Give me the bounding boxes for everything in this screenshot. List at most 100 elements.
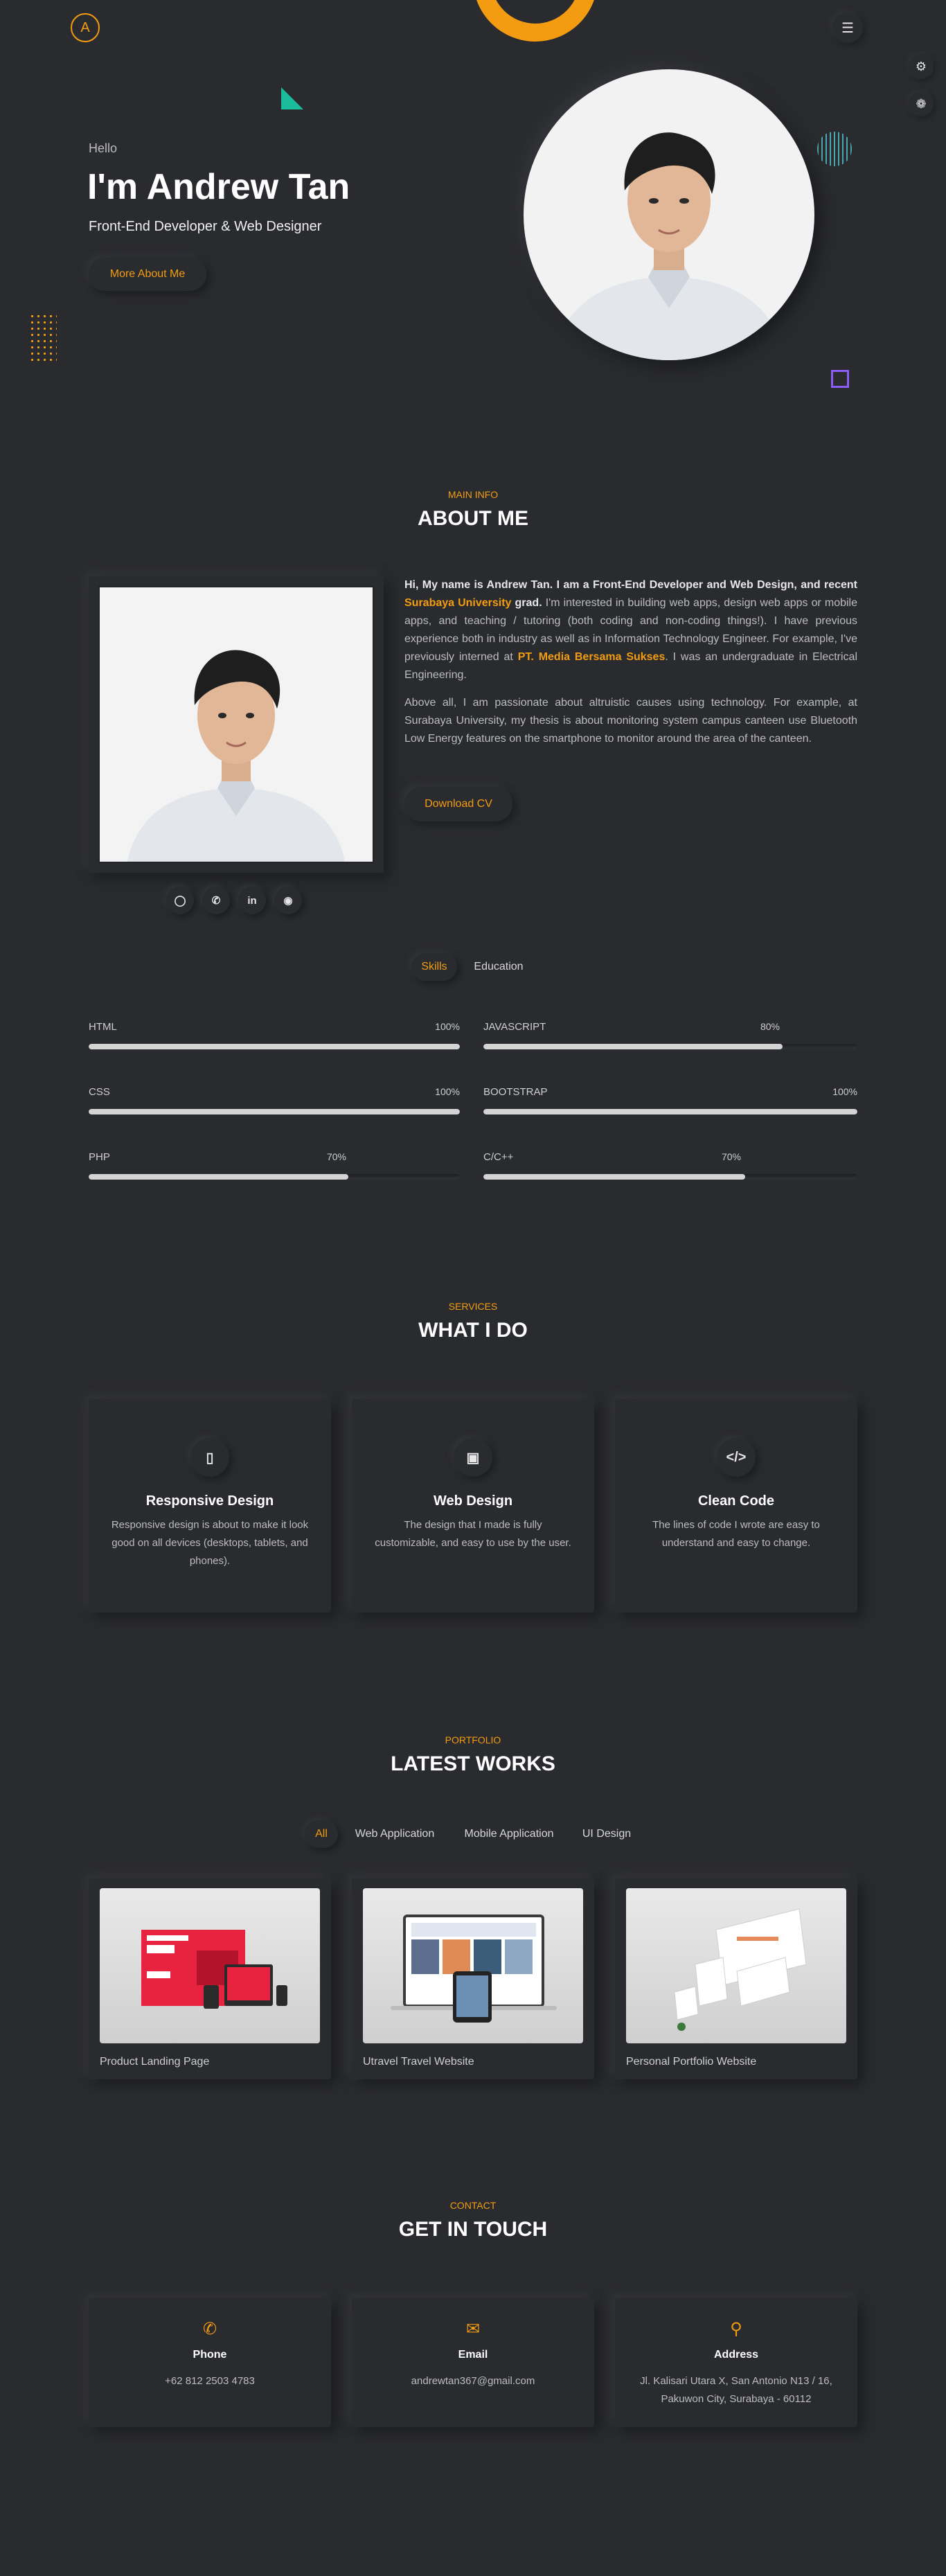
filter-mobile-application[interactable]: Mobile Application	[453, 1820, 565, 1848]
service-card-clean-code: </> Clean Code The lines of code I wrote…	[615, 1399, 857, 1613]
skill-item-html: HTML 100%	[89, 1021, 460, 1049]
download-cv-button[interactable]: Download CV	[404, 787, 512, 821]
page: A ☰ ⚙ ❁ Hello I'm Andrew Tan Front-End D…	[0, 0, 946, 2576]
work-thumbnail	[363, 1888, 583, 2043]
gear-icon: ⚙	[915, 59, 927, 73]
filter-ui-design[interactable]: UI Design	[572, 1820, 641, 1848]
skill-bar	[89, 1044, 460, 1049]
linkedin-button[interactable]: in	[238, 887, 266, 914]
skill-name: C/C++	[483, 1151, 514, 1163]
theme-settings-button[interactable]: ⚙	[909, 54, 934, 79]
service-description: The design that I made is fully customiz…	[375, 1519, 571, 1549]
skill-bar	[483, 1174, 857, 1180]
skill-percent: 70%	[721, 1151, 741, 1162]
service-title: Web Design	[433, 1493, 513, 1509]
about-section-title: ABOUT ME	[418, 507, 528, 530]
university-link[interactable]: Surabaya University	[404, 597, 511, 609]
service-title: Clean Code	[697, 1493, 775, 1509]
work-title: Product Landing Page	[100, 2056, 210, 2068]
skill-item-cpp: C/C++ 70%	[483, 1151, 857, 1180]
contact-card-address: ⚲ Address Jl. Kalisari Utara X, San Anto…	[615, 2298, 857, 2427]
dots-decoration	[29, 313, 57, 364]
company-link[interactable]: PT. Media Bersama Sukses	[518, 651, 666, 663]
skill-bar	[483, 1044, 857, 1049]
contact-value: Jl. Kalisari Utara X, San Antonio N13 / …	[640, 2375, 832, 2405]
more-about-me-button[interactable]: More About Me	[89, 258, 206, 291]
skill-percent: 100%	[832, 1086, 857, 1097]
about-profile-photo	[100, 587, 373, 862]
about-intro-text: Hi, My name is Andrew Tan. I am a Front-…	[404, 579, 857, 591]
skill-percent: 70%	[326, 1151, 346, 1162]
services-section-title: WHAT I DO	[418, 1319, 528, 1342]
settings-cog-icon: ❁	[916, 96, 927, 111]
portfolio-section-title: LATEST WORKS	[391, 1752, 555, 1775]
filter-web-application[interactable]: Web Application	[345, 1820, 445, 1848]
skill-name: JAVASCRIPT	[483, 1021, 546, 1033]
skill-bar-fill	[483, 1109, 857, 1114]
skill-item-css: CSS 100%	[89, 1086, 460, 1114]
stripe-circle-decoration	[817, 132, 852, 166]
skill-percent: 100%	[435, 1021, 460, 1032]
service-title: Responsive Design	[145, 1493, 274, 1509]
whatsapp-button[interactable]: ✆	[202, 887, 230, 914]
contact-card-phone: ✆ Phone +62 812 2503 4783	[89, 2298, 331, 2427]
contact-card-email: ✉ Email andrewtan367@gmail.com	[352, 2298, 594, 2427]
color-settings-button[interactable]: ❁	[909, 91, 934, 116]
whatsapp-icon: ✆	[211, 895, 221, 907]
phone-icon: ✆	[202, 2320, 217, 2338]
contact-title: Phone	[193, 2349, 227, 2361]
work-card-utravel[interactable]: Utravel Travel Website	[352, 1878, 594, 2079]
triangle-decoration	[281, 87, 303, 109]
about-photo-frame	[89, 576, 384, 873]
skill-name: CSS	[89, 1086, 110, 1098]
tab-education[interactable]: Education	[465, 953, 532, 981]
skill-percent: 80%	[760, 1021, 780, 1032]
hamburger-menu-button[interactable]: ☰	[832, 12, 863, 43]
envelope-icon: ✉	[465, 2320, 481, 2338]
contact-title: Email	[458, 2349, 488, 2361]
skill-bar-fill	[483, 1044, 783, 1049]
about-description: Hi, My name is Andrew Tan. I am a Front-…	[404, 576, 857, 758]
code-icon: </>	[717, 1438, 756, 1477]
contact-value[interactable]: +62 812 2503 4783	[89, 2372, 331, 2390]
work-thumbnail	[100, 1888, 320, 2043]
linkedin-icon: in	[247, 894, 257, 907]
portfolio-section-label: PORTFOLIO	[445, 1734, 501, 1746]
skill-name: BOOTSTRAP	[483, 1086, 548, 1098]
square-decoration	[831, 370, 849, 388]
skill-bar-fill	[89, 1174, 349, 1180]
about-paragraph-2: Above all, I am passionate about altruis…	[404, 697, 857, 745]
contact-title: Address	[713, 2349, 759, 2361]
work-thumbnail	[626, 1888, 846, 2043]
skill-bar-fill	[89, 1044, 460, 1049]
github-icon: ◉	[283, 895, 293, 907]
contact-value[interactable]: andrewtan367@gmail.com	[352, 2372, 594, 2390]
hero-greeting: Hello	[89, 141, 118, 155]
skill-bar-fill	[483, 1174, 745, 1180]
service-card-web-design: ▣ Web Design The design that I made is f…	[352, 1399, 594, 1613]
skill-name: HTML	[89, 1021, 117, 1033]
contact-section-title: GET IN TOUCH	[398, 2218, 548, 2241]
skill-bar	[89, 1109, 460, 1114]
tab-skills[interactable]: Skills	[411, 953, 457, 981]
services-section-label: SERVICES	[448, 1301, 498, 1312]
logo[interactable]: A	[71, 13, 100, 42]
mobile-icon: ▯	[190, 1438, 229, 1477]
map-marker-icon: ⚲	[730, 2320, 742, 2338]
instagram-button[interactable]: ◯	[166, 887, 194, 914]
work-title: Utravel Travel Website	[363, 2056, 474, 2068]
work-card-personal-portfolio[interactable]: Personal Portfolio Website	[615, 1878, 857, 2079]
service-description: Responsive design is about to make it lo…	[111, 1519, 309, 1567]
skill-bar	[483, 1109, 857, 1114]
skill-percent: 100%	[435, 1086, 460, 1097]
service-card-responsive: ▯ Responsive Design Responsive design is…	[89, 1399, 331, 1613]
skill-bar-fill	[89, 1109, 460, 1114]
skill-name: PHP	[89, 1151, 110, 1163]
github-button[interactable]: ◉	[274, 887, 302, 914]
top-ring-decoration	[473, 0, 598, 42]
service-description: The lines of code I wrote are easy to un…	[652, 1519, 820, 1549]
laptop-icon: ▣	[454, 1438, 492, 1477]
work-card-product-landing[interactable]: Product Landing Page	[89, 1878, 331, 2079]
filter-all[interactable]: All	[305, 1820, 338, 1848]
instagram-icon: ◯	[174, 895, 186, 907]
